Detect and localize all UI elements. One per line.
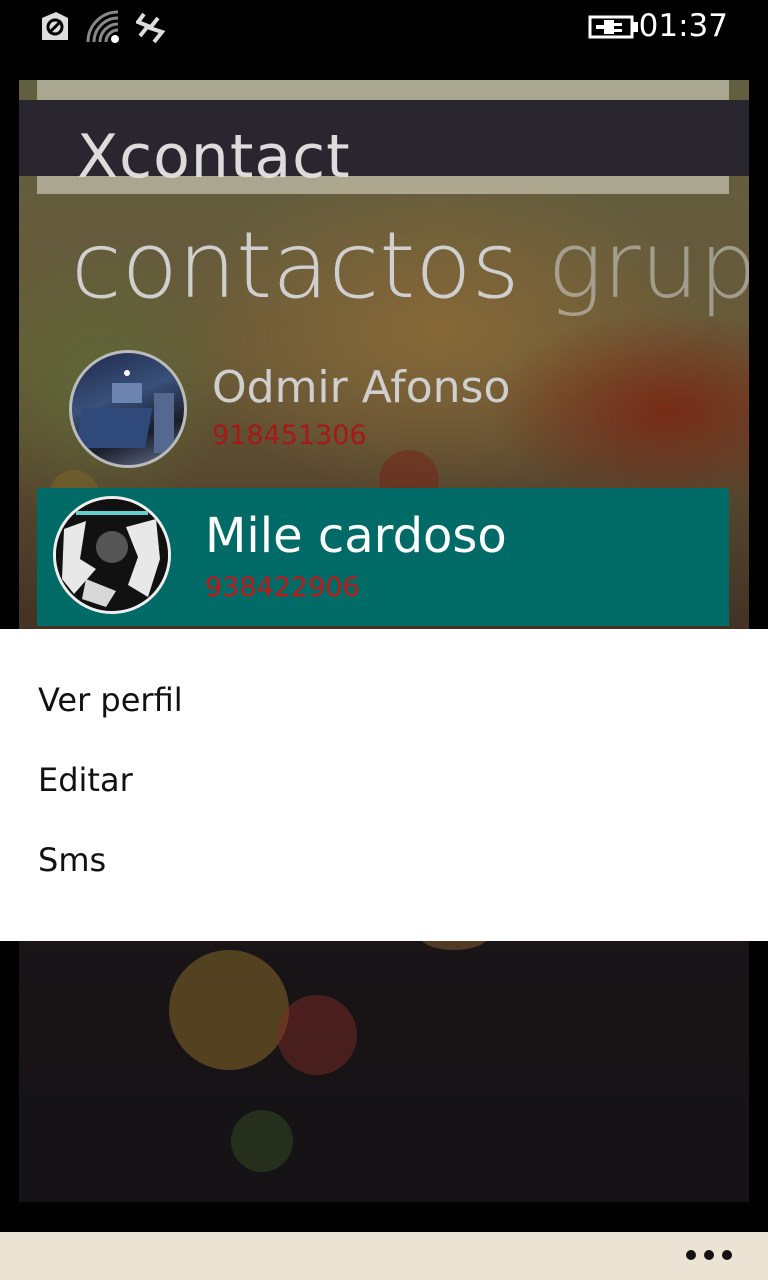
vibrate-icon — [136, 12, 166, 44]
pivot-headers: contactos grup — [71, 212, 749, 319]
header-strip — [37, 80, 729, 100]
avatar-photo — [56, 499, 168, 611]
data-sense-icon — [42, 12, 68, 40]
contact-list-item-selected[interactable]: Mile cardoso 938422906 — [37, 488, 729, 626]
app-bar — [0, 1232, 768, 1280]
battery-charging-icon — [588, 15, 638, 39]
wifi-icon — [86, 10, 119, 43]
contact-list-item[interactable]: Odmir Afonso 918451306 — [37, 346, 729, 484]
contact-phone: 918451306 — [212, 420, 367, 451]
dot — [722, 1250, 732, 1260]
contact-name: Mile cardoso — [205, 508, 507, 564]
header-strip — [37, 176, 729, 194]
app-header: Xcontact — [19, 100, 749, 192]
dot — [704, 1250, 714, 1260]
status-bar: 01:37 — [0, 0, 768, 56]
clock: 01:37 — [638, 8, 728, 44]
context-menu: Ver perfil Editar Sms — [0, 629, 768, 941]
menu-item-ver-perfil[interactable]: Ver perfil — [38, 681, 183, 719]
dot — [686, 1250, 696, 1260]
avatar-photo — [75, 370, 174, 453]
avatar — [69, 350, 187, 468]
menu-item-editar[interactable]: Editar — [38, 761, 133, 799]
contact-phone: 938422906 — [205, 572, 360, 603]
avatar — [53, 496, 171, 614]
pivot-grupos[interactable]: grup — [548, 212, 750, 319]
contact-name: Odmir Afonso — [212, 362, 511, 413]
ellipsis-icon[interactable] — [686, 1244, 732, 1264]
pivot-contactos[interactable]: contactos — [71, 212, 520, 319]
menu-item-sms[interactable]: Sms — [38, 841, 106, 879]
